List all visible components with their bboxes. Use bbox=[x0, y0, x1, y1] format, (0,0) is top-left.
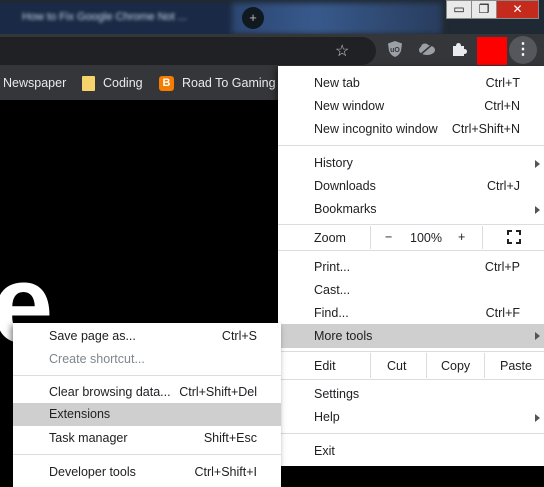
submenu-item-shortcut: Shift+Esc bbox=[203, 431, 257, 445]
menu-item-label: Help bbox=[314, 410, 340, 424]
menu-item-label: Find... bbox=[314, 306, 349, 320]
menu-cast[interactable]: Cast... bbox=[278, 279, 544, 302]
paste-label: Paste bbox=[500, 359, 532, 373]
submenu-item-label: Save page as... bbox=[49, 329, 136, 343]
menu-exit[interactable]: Exit bbox=[278, 440, 544, 463]
chevron-right-icon bbox=[535, 206, 540, 214]
red-extension-icon[interactable] bbox=[477, 37, 507, 65]
menu-new-tab[interactable]: New tab Ctrl+T bbox=[278, 72, 544, 95]
menu-find[interactable]: Find... Ctrl+F bbox=[278, 302, 544, 325]
fullscreen-button[interactable] bbox=[482, 226, 544, 249]
menu-item-label: Bookmarks bbox=[314, 202, 377, 216]
chevron-right-icon bbox=[535, 414, 540, 422]
menu-edit-row: Edit Cut Copy Paste bbox=[278, 353, 544, 378]
zoom-out-glyph: − bbox=[385, 230, 393, 244]
close-button[interactable]: ✕ bbox=[496, 0, 539, 19]
bookmark-coding[interactable]: Coding bbox=[103, 76, 143, 90]
bookmark-newspaper[interactable]: Newspaper bbox=[3, 76, 66, 90]
menu-item-label: New incognito window bbox=[314, 122, 438, 136]
svg-text:uO: uO bbox=[390, 47, 400, 54]
chrome-menu-button[interactable]: ⋮ bbox=[509, 36, 537, 64]
menu-item-label: Cast... bbox=[314, 283, 351, 297]
blogger-icon: B bbox=[159, 76, 174, 91]
zoom-label: Zoom bbox=[314, 231, 346, 245]
menu-item-shortcut: Ctrl+J bbox=[487, 179, 520, 193]
menu-print[interactable]: Print... Ctrl+P bbox=[278, 256, 544, 279]
menu-item-label: New window bbox=[314, 99, 385, 113]
menu-divider bbox=[278, 379, 544, 380]
paste-button[interactable]: Paste bbox=[484, 353, 544, 378]
menu-divider bbox=[278, 433, 544, 434]
submenu-item-label: Extensions bbox=[49, 407, 111, 421]
new-tab-button[interactable]: + bbox=[242, 7, 264, 29]
menu-item-shortcut: Ctrl+Shift+N bbox=[451, 122, 520, 136]
submenu-task-manager[interactable]: Task manager Shift+Esc bbox=[13, 427, 281, 450]
submenu-create-shortcut: Create shortcut... bbox=[13, 348, 281, 371]
title-bar: How to Fix Google Chrome Not ... + ▭ ❐ ✕ bbox=[0, 0, 544, 34]
submenu-extensions[interactable]: Extensions bbox=[13, 403, 281, 426]
tab-title: How to Fix Google Chrome Not ... bbox=[22, 11, 188, 23]
submenu-item-shortcut: Ctrl+Shift+Del bbox=[179, 385, 257, 399]
zoom-in-button[interactable]: + bbox=[448, 226, 482, 249]
submenu-clear-browsing-data[interactable]: Clear browsing data... Ctrl+Shift+Del bbox=[13, 381, 281, 404]
maximize-button[interactable]: ❐ bbox=[471, 0, 497, 19]
menu-item-label: Exit bbox=[314, 444, 335, 458]
menu-zoom-row: Zoom − 100% + bbox=[278, 226, 544, 249]
more-tools-submenu: Save page as... Ctrl+S Create shortcut..… bbox=[13, 323, 281, 487]
menu-divider bbox=[278, 351, 544, 352]
menu-help[interactable]: Help bbox=[278, 406, 544, 429]
menu-item-shortcut: Ctrl+P bbox=[484, 260, 520, 274]
submenu-item-shortcut: Ctrl+S bbox=[221, 329, 257, 343]
submenu-save-page[interactable]: Save page as... Ctrl+S bbox=[13, 325, 281, 348]
menu-divider bbox=[278, 145, 544, 146]
menu-new-incognito-window[interactable]: New incognito window Ctrl+Shift+N bbox=[278, 118, 544, 141]
bookmark-road-to-gaming[interactable]: Road To Gaming L bbox=[182, 76, 286, 90]
menu-settings[interactable]: Settings bbox=[278, 383, 544, 406]
copy-button[interactable]: Copy bbox=[426, 353, 485, 378]
menu-item-shortcut: Ctrl+F bbox=[485, 306, 520, 320]
menu-history[interactable]: History bbox=[278, 152, 544, 175]
submenu-developer-tools[interactable]: Developer tools Ctrl+Shift+I bbox=[13, 461, 281, 484]
submenu-item-label: Clear browsing data... bbox=[49, 385, 171, 399]
minimize-button[interactable]: ▭ bbox=[446, 0, 472, 19]
menu-divider bbox=[278, 224, 544, 225]
edit-label: Edit bbox=[314, 359, 336, 373]
menu-item-label: Downloads bbox=[314, 179, 376, 193]
menu-item-label: Settings bbox=[314, 387, 360, 401]
submenu-item-label: Create shortcut... bbox=[49, 352, 145, 366]
zoom-in-glyph: + bbox=[458, 230, 466, 244]
submenu-item-label: Task manager bbox=[49, 431, 128, 445]
chrome-main-menu: New tab Ctrl+T New window Ctrl+N New inc… bbox=[278, 66, 544, 466]
menu-bookmarks[interactable]: Bookmarks bbox=[278, 198, 544, 221]
zoom-level-value: 100% bbox=[410, 231, 442, 245]
cut-label: Cut bbox=[387, 359, 407, 373]
address-bar[interactable]: ☆ bbox=[0, 37, 376, 65]
menu-more-tools[interactable]: More tools bbox=[278, 324, 544, 348]
cloud-eye-icon[interactable] bbox=[418, 40, 436, 58]
submenu-item-label: Developer tools bbox=[49, 465, 136, 479]
menu-item-shortcut: Ctrl+N bbox=[484, 99, 520, 113]
menu-item-label: More tools bbox=[314, 329, 373, 343]
submenu-item-shortcut: Ctrl+Shift+I bbox=[194, 465, 257, 479]
menu-item-shortcut: Ctrl+T bbox=[485, 76, 520, 90]
folder-icon bbox=[82, 76, 95, 91]
menu-downloads[interactable]: Downloads Ctrl+J bbox=[278, 175, 544, 198]
menu-new-window[interactable]: New window Ctrl+N bbox=[278, 95, 544, 118]
cut-button[interactable]: Cut bbox=[370, 353, 427, 378]
zoom-out-button[interactable]: − bbox=[370, 226, 409, 249]
copy-label: Copy bbox=[441, 359, 471, 373]
menu-item-label: History bbox=[314, 156, 353, 170]
puzzle-icon[interactable] bbox=[450, 40, 468, 58]
menu-item-label: New tab bbox=[314, 76, 360, 90]
active-tab[interactable]: How to Fix Google Chrome Not ... bbox=[0, 3, 232, 34]
star-icon[interactable]: ☆ bbox=[335, 41, 349, 61]
submenu-divider bbox=[13, 454, 281, 455]
chevron-right-icon bbox=[535, 160, 540, 168]
menu-divider bbox=[278, 250, 544, 251]
submenu-divider bbox=[13, 375, 281, 376]
fullscreen-icon bbox=[507, 230, 521, 244]
ublock-origin-icon[interactable]: uO bbox=[386, 40, 404, 58]
menu-item-label: Print... bbox=[314, 260, 351, 274]
chevron-right-icon bbox=[535, 332, 540, 340]
